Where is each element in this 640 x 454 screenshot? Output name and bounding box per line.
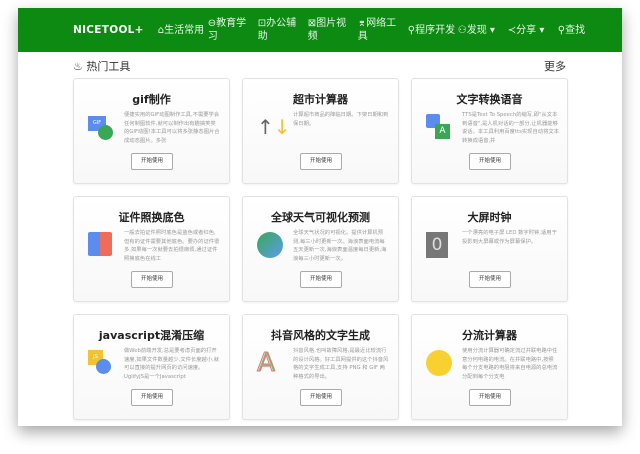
- sort-arrows-icon: ↑↓: [257, 115, 291, 139]
- tool-card[interactable]: 抖音风格的文字生成 A 抖音风格,也叫故障风格,是最近比较流行的设计风格。好工具…: [242, 314, 399, 420]
- tool-title[interactable]: 抖音风格的文字生成: [243, 327, 398, 343]
- led-clock-icon: 0: [426, 232, 452, 258]
- tool-title[interactable]: javascript混淆压缩: [74, 327, 229, 343]
- tool-title[interactable]: 分流计算器: [412, 327, 567, 343]
- tool-title[interactable]: gif制作: [74, 91, 229, 107]
- tool-card[interactable]: 大屏时钟 0 一个漂亮的电子屏 LED 数字时钟,适用于投影到大屏幕或作为屏幕保…: [411, 196, 568, 302]
- tool-description: 全球天气状况的可视化。提供计算机预测,每三小时更新一次。海浪表面电流每五天更新一…: [293, 230, 387, 263]
- tool-description: 一般去拍证件照时底色是蓝色或者红色,但有的证件需要其他底色。要办的证件很多,如果…: [124, 230, 220, 263]
- tool-card[interactable]: 全球天气可视化预测 全球天气状况的可视化。提供计算机预测,每三小时更新一次。海浪…: [242, 196, 399, 302]
- tool-description: 便捷实用的GIF动图制作工具,不需要学会任何制图软件,就可以制作出有趣搞笑类的G…: [124, 112, 220, 145]
- nav-network[interactable]: ⌆网络工具: [358, 17, 408, 43]
- nav-share[interactable]: ≺分享 ▾: [508, 24, 558, 37]
- section-title-text: 热门工具: [86, 60, 131, 73]
- tool-card[interactable]: 超市计算器 ↑↓ 计算超市商品的降临日期。下架日期和到保日期。 开始使用: [242, 78, 399, 184]
- start-button[interactable]: 开始使用: [469, 153, 511, 170]
- tool-description: 做Web前端开发,总是要考虑页面的打开速度,如果文件数量越少,文件长度越小,就可…: [124, 348, 220, 381]
- tool-title[interactable]: 超市计算器: [243, 91, 398, 107]
- tool-card[interactable]: gif制作 GIF 便捷实用的GIF动图制作工具,不需要学会任何制图软件,就可以…: [73, 78, 230, 184]
- nav-dev[interactable]: ⚲程序开发: [408, 24, 458, 37]
- start-button[interactable]: 开始使用: [469, 389, 511, 406]
- globe-icon: [257, 232, 283, 258]
- text-to-speech-icon: A: [426, 114, 452, 140]
- glitch-letter-icon: A: [257, 348, 276, 378]
- nav-image-video[interactable]: ⊠图片视频: [308, 17, 358, 43]
- tool-description: 一个漂亮的电子屏 LED 数字时钟,适用于投影到大屏幕或作为屏幕保护。: [462, 230, 557, 245]
- tool-title[interactable]: 全球天气可视化预测: [243, 209, 398, 225]
- tool-description: 抖音风格,也叫故障风格,是最近比较流行的设计风格。好工具网提供的这个抖音风格的文…: [293, 348, 389, 381]
- tool-description: 计算超市商品的降临日期。下架日期和到保日期。: [293, 112, 389, 127]
- more-link[interactable]: 更多: [544, 58, 566, 74]
- start-button[interactable]: 开始使用: [300, 389, 342, 406]
- nav-education[interactable]: ⊖教育学习: [208, 17, 258, 43]
- start-button[interactable]: 开始使用: [131, 153, 173, 170]
- tool-card[interactable]: 文字转换语音 A TTS是Text To Speech的缩写,即"从文本到语音"…: [411, 78, 568, 184]
- id-photo-icon: [88, 232, 114, 258]
- nav-discover[interactable]: ⚇发现 ▾: [458, 24, 508, 37]
- tool-title[interactable]: 证件照换底色: [74, 209, 229, 225]
- nav-office[interactable]: ⊡办公辅助: [258, 17, 308, 43]
- tool-description: 使用分流计算器可确定流过并联电路中任意分何电路的电流。在并联电路中,按照每个分支…: [462, 348, 558, 381]
- tool-title[interactable]: 文字转换语音: [412, 91, 567, 107]
- tool-card[interactable]: 分流计算器 使用分流计算器可确定流过并联电路中任意分何电路的电流。在并联电路中,…: [411, 314, 568, 420]
- section-title: ♨ 热门工具: [73, 58, 130, 74]
- fire-icon: ♨: [73, 60, 83, 73]
- start-button[interactable]: 开始使用: [300, 271, 342, 288]
- nav-search[interactable]: ⚲查找: [558, 24, 608, 37]
- browser-window: NICETOOL+ ⌂生活常用 ⊖教育学习 ⊡办公辅助 ⊠图片视频 ⌆网络工具 …: [18, 8, 622, 426]
- site-logo[interactable]: NICETOOL+: [73, 24, 144, 36]
- start-button[interactable]: 开始使用: [131, 271, 173, 288]
- top-nav: NICETOOL+ ⌂生活常用 ⊖教育学习 ⊡办公辅助 ⊠图片视频 ⌆网络工具 …: [18, 8, 622, 52]
- js-icon: JS: [88, 350, 114, 376]
- start-button[interactable]: 开始使用: [131, 389, 173, 406]
- tool-card[interactable]: javascript混淆压缩 JS 做Web前端开发,总是要考虑页面的打开速度,…: [73, 314, 230, 420]
- start-button[interactable]: 开始使用: [469, 271, 511, 288]
- calculator-icon: [426, 350, 452, 376]
- gif-icon: GIF: [88, 114, 114, 140]
- tool-card[interactable]: 证件照换底色 一般去拍证件照时底色是蓝色或者红色,但有的证件需要其他底色。要办的…: [73, 196, 230, 302]
- nav-life[interactable]: ⌂生活常用: [158, 24, 208, 37]
- tool-title[interactable]: 大屏时钟: [412, 209, 567, 225]
- tool-description: TTS是Text To Speech的缩写,即"从文本到语音",是人机对话的一部…: [462, 112, 559, 145]
- start-button[interactable]: 开始使用: [300, 153, 342, 170]
